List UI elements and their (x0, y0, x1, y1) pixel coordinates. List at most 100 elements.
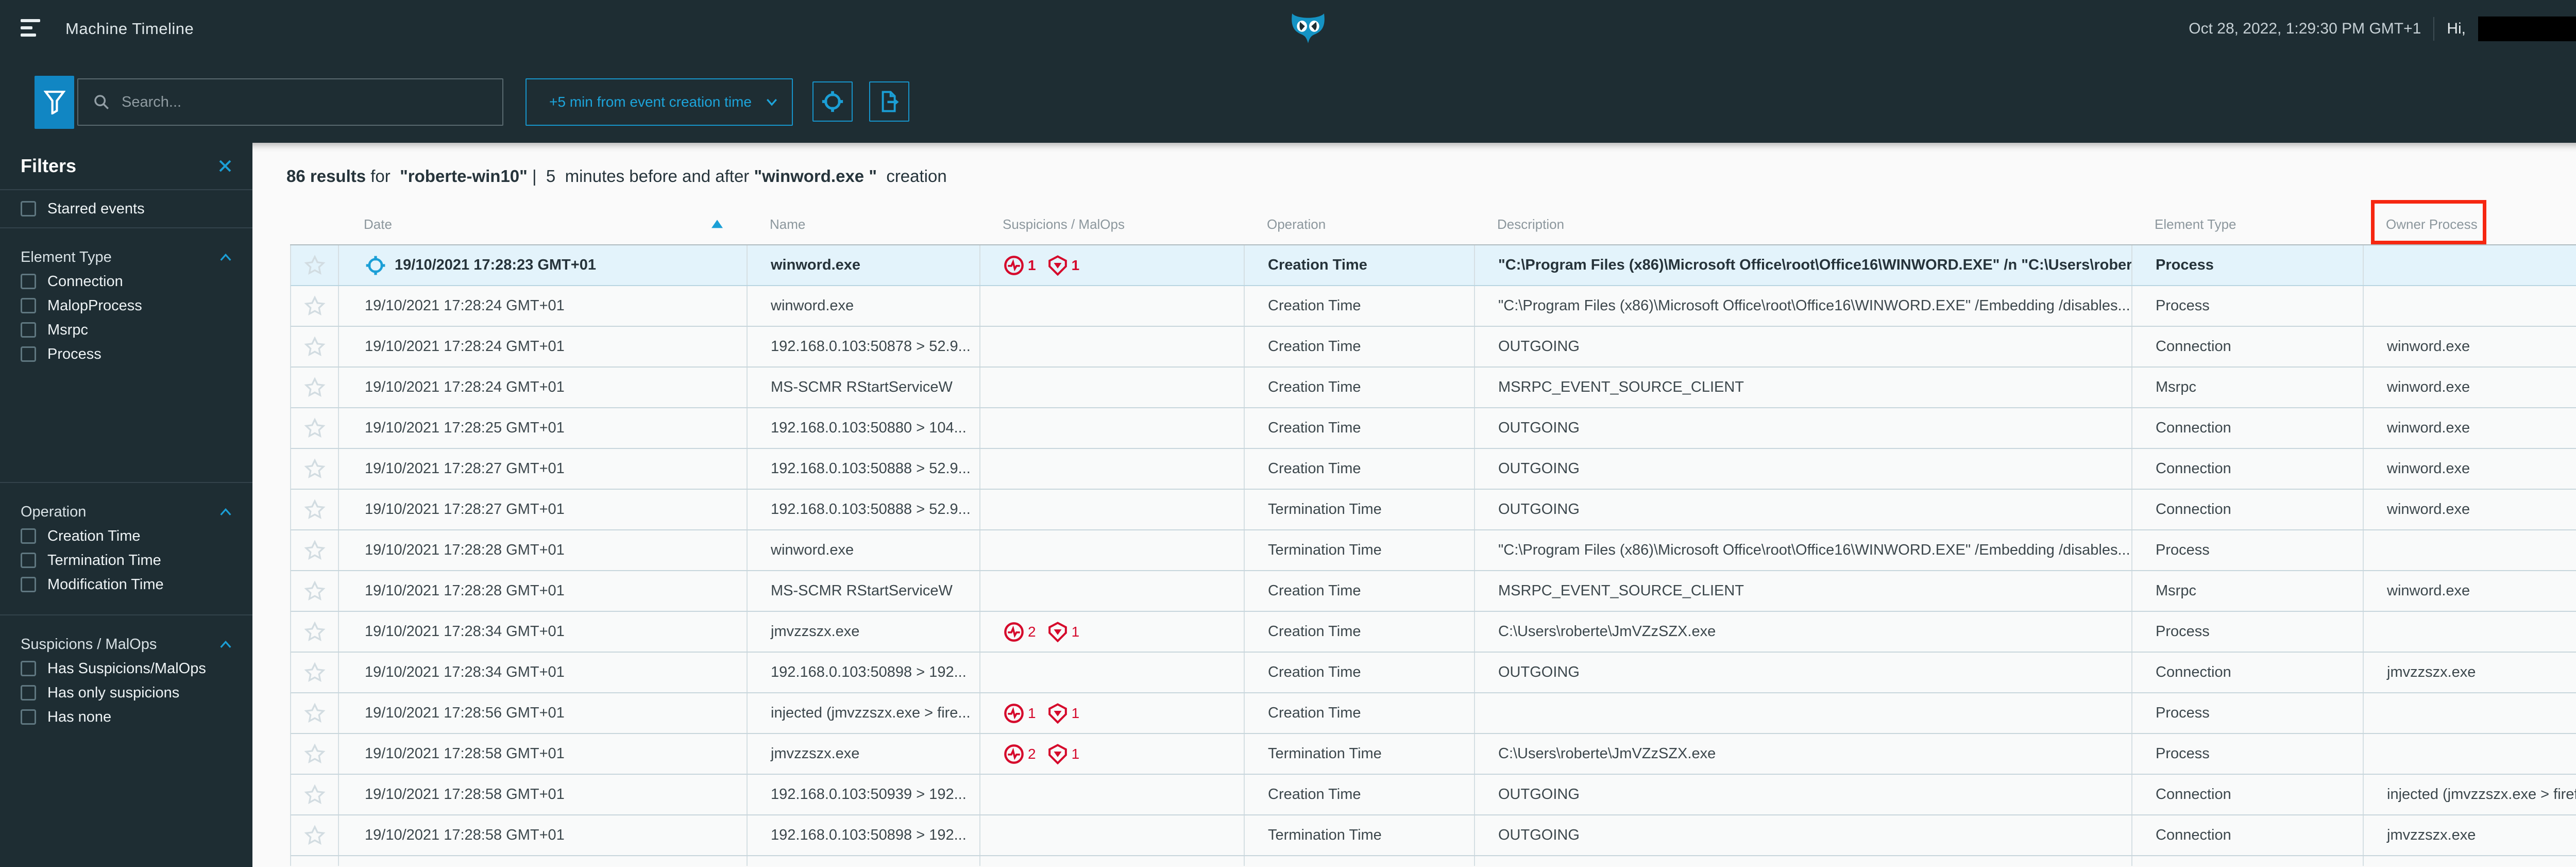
star-icon[interactable] (303, 254, 327, 277)
checkbox[interactable] (21, 577, 36, 592)
star-cell[interactable] (291, 368, 339, 407)
star-icon[interactable] (303, 661, 327, 685)
star-cell[interactable] (291, 408, 339, 448)
filter-checkbox-item[interactable]: MalopProcess (0, 295, 252, 316)
column-header-name[interactable]: Name (747, 216, 979, 232)
star-cell[interactable] (291, 286, 339, 326)
hamburger-menu-icon[interactable] (21, 19, 41, 38)
table-row[interactable]: 19/10/2021 17:28:34 GMT+01 jmvzzszx.exe … (290, 612, 2576, 653)
table-row[interactable]: 19/10/2021 17:28:25 GMT+01 192.168.0.103… (290, 408, 2576, 449)
owner-process-cell (2364, 286, 2576, 326)
checkbox[interactable] (21, 553, 36, 568)
star-icon[interactable] (303, 416, 327, 440)
table-row[interactable]: 19/10/2021 17:28:24 GMT+01 MS-SCMR RStar… (290, 368, 2576, 408)
column-header-date[interactable]: Date (338, 216, 747, 232)
star-cell[interactable] (291, 734, 339, 774)
column-header-description[interactable]: Description (1474, 216, 2131, 232)
column-header-element-type[interactable]: Element Type (2131, 216, 2363, 232)
export-button[interactable] (869, 81, 909, 122)
star-cell[interactable] (291, 449, 339, 489)
star-cell[interactable] (291, 490, 339, 529)
table-row[interactable]: 19/10/2021 17:28:24 GMT+01 192.168.0.103… (290, 327, 2576, 368)
locate-event-button[interactable] (812, 81, 853, 122)
checkbox[interactable] (21, 274, 36, 289)
star-cell[interactable] (291, 653, 339, 692)
name-cell: jmvzzszx.exe (748, 734, 980, 774)
checkbox[interactable] (21, 709, 36, 725)
filter-checkbox-item[interactable]: Has only suspicions (0, 682, 252, 703)
event-name: winword.exe (771, 542, 854, 558)
table-row[interactable]: 19/10/2021 17:28:34 GMT+01 192.168.0.103… (290, 653, 2576, 693)
star-icon[interactable] (303, 702, 327, 725)
table-row[interactable]: 19/10/2021 17:28:27 GMT+01 192.168.0.103… (290, 449, 2576, 490)
filter-checkbox-item[interactable]: Termination Time (0, 550, 252, 571)
event-name: injected (jmvzzszx.exe > fire... (771, 705, 971, 721)
chevron-up-icon[interactable] (218, 506, 233, 518)
star-icon[interactable] (303, 579, 327, 603)
starred-events-filter[interactable]: Starred events (0, 190, 252, 228)
table-row[interactable]: 19/10/2021 17:28:28 GMT+01 winword.exe T… (290, 530, 2576, 571)
filter-section-header[interactable]: Suspicions / MalOps (0, 634, 252, 655)
star-icon[interactable] (303, 783, 327, 807)
table-row[interactable]: 19/10/2021 17:28:58 GMT+01 192.168.0.103… (290, 815, 2576, 856)
filter-section-title: Operation (21, 503, 87, 520)
search-input[interactable] (121, 93, 502, 111)
filter-checkbox-item[interactable]: Creation Time (0, 526, 252, 546)
star-cell[interactable] (291, 571, 339, 611)
star-icon[interactable] (303, 824, 327, 847)
owner-process-cell: jmvzzszx.exe (2387, 664, 2476, 680)
checkbox[interactable] (21, 298, 36, 313)
table-row[interactable]: 19/10/2021 17:28:58 GMT+01 192.168.0.103… (290, 775, 2576, 815)
star-icon[interactable] (303, 294, 327, 318)
close-icon[interactable] (217, 158, 233, 174)
checkbox[interactable] (21, 201, 36, 216)
star-icon[interactable] (303, 539, 327, 562)
star-cell[interactable] (291, 327, 339, 366)
description-cell: "C:\Program Files (x86)\Microsoft Office… (1475, 286, 2132, 326)
filter-checkbox-item[interactable]: Has Suspicions/MalOps (0, 658, 252, 679)
star-icon[interactable] (303, 457, 327, 481)
table-row[interactable]: 19/10/2021 17:28:58 GMT+01 jmvzzszx.exe … (290, 734, 2576, 775)
star-cell[interactable] (291, 245, 339, 285)
sort-ascending-icon[interactable] (711, 219, 723, 228)
table-row[interactable]: 19/10/2021 17:28:24 GMT+01 winword.exe C… (290, 286, 2576, 327)
checkbox[interactable] (21, 685, 36, 701)
suspicions-group: 1 1 (1004, 703, 1079, 724)
filter-checkbox-item[interactable]: Has none (0, 707, 252, 727)
filter-section-header[interactable]: Element Type (0, 247, 252, 268)
star-cell[interactable] (291, 693, 339, 733)
table-row[interactable]: 19/10/2021 17:28:23 GMT+01 winword.exe 1… (290, 245, 2576, 286)
event-date: 19/10/2021 17:28:56 GMT+01 (365, 705, 565, 721)
table-row[interactable]: 19/10/2021 17:28:56 GMT+01 injected (jmv… (290, 693, 2576, 734)
checkbox[interactable] (21, 528, 36, 544)
column-header-operation[interactable]: Operation (1244, 216, 1474, 232)
results-count: 86 results (286, 166, 366, 186)
checkbox[interactable] (21, 322, 36, 338)
star-cell[interactable] (291, 530, 339, 570)
event-name: winword.exe (771, 257, 861, 273)
column-header-suspicions[interactable]: Suspicions / MalOps (979, 216, 1244, 232)
filter-section-header[interactable]: Operation (0, 502, 252, 522)
checkbox[interactable] (21, 346, 36, 362)
star-icon[interactable] (303, 335, 327, 359)
filter-checkbox-item[interactable]: Connection (0, 271, 252, 292)
chevron-up-icon[interactable] (218, 252, 233, 263)
star-cell[interactable] (291, 815, 339, 855)
chevron-up-icon[interactable] (218, 639, 233, 650)
owner-process-cell (2364, 530, 2576, 570)
filter-checkbox-item[interactable]: Modification Time (0, 574, 252, 595)
star-cell[interactable] (291, 775, 339, 814)
star-icon[interactable] (303, 620, 327, 644)
filter-checkbox-item[interactable]: Msrpc (0, 320, 252, 340)
table-row[interactable]: 19/10/2021 17:28:28 GMT+01 MS-SCMR RStar… (290, 571, 2576, 612)
star-cell[interactable] (291, 612, 339, 652)
column-header-owner-process[interactable]: Owner Process (2363, 216, 2576, 232)
table-row[interactable]: 19/10/2021 17:28:27 GMT+01 192.168.0.103… (290, 490, 2576, 530)
star-icon[interactable] (303, 498, 327, 522)
time-range-dropdown[interactable]: +5 min from event creation time (526, 78, 793, 126)
checkbox[interactable] (21, 661, 36, 676)
star-icon[interactable] (303, 742, 327, 766)
filter-toggle-button[interactable] (35, 76, 74, 129)
filter-checkbox-item[interactable]: Process (0, 344, 252, 364)
star-icon[interactable] (303, 376, 327, 399)
